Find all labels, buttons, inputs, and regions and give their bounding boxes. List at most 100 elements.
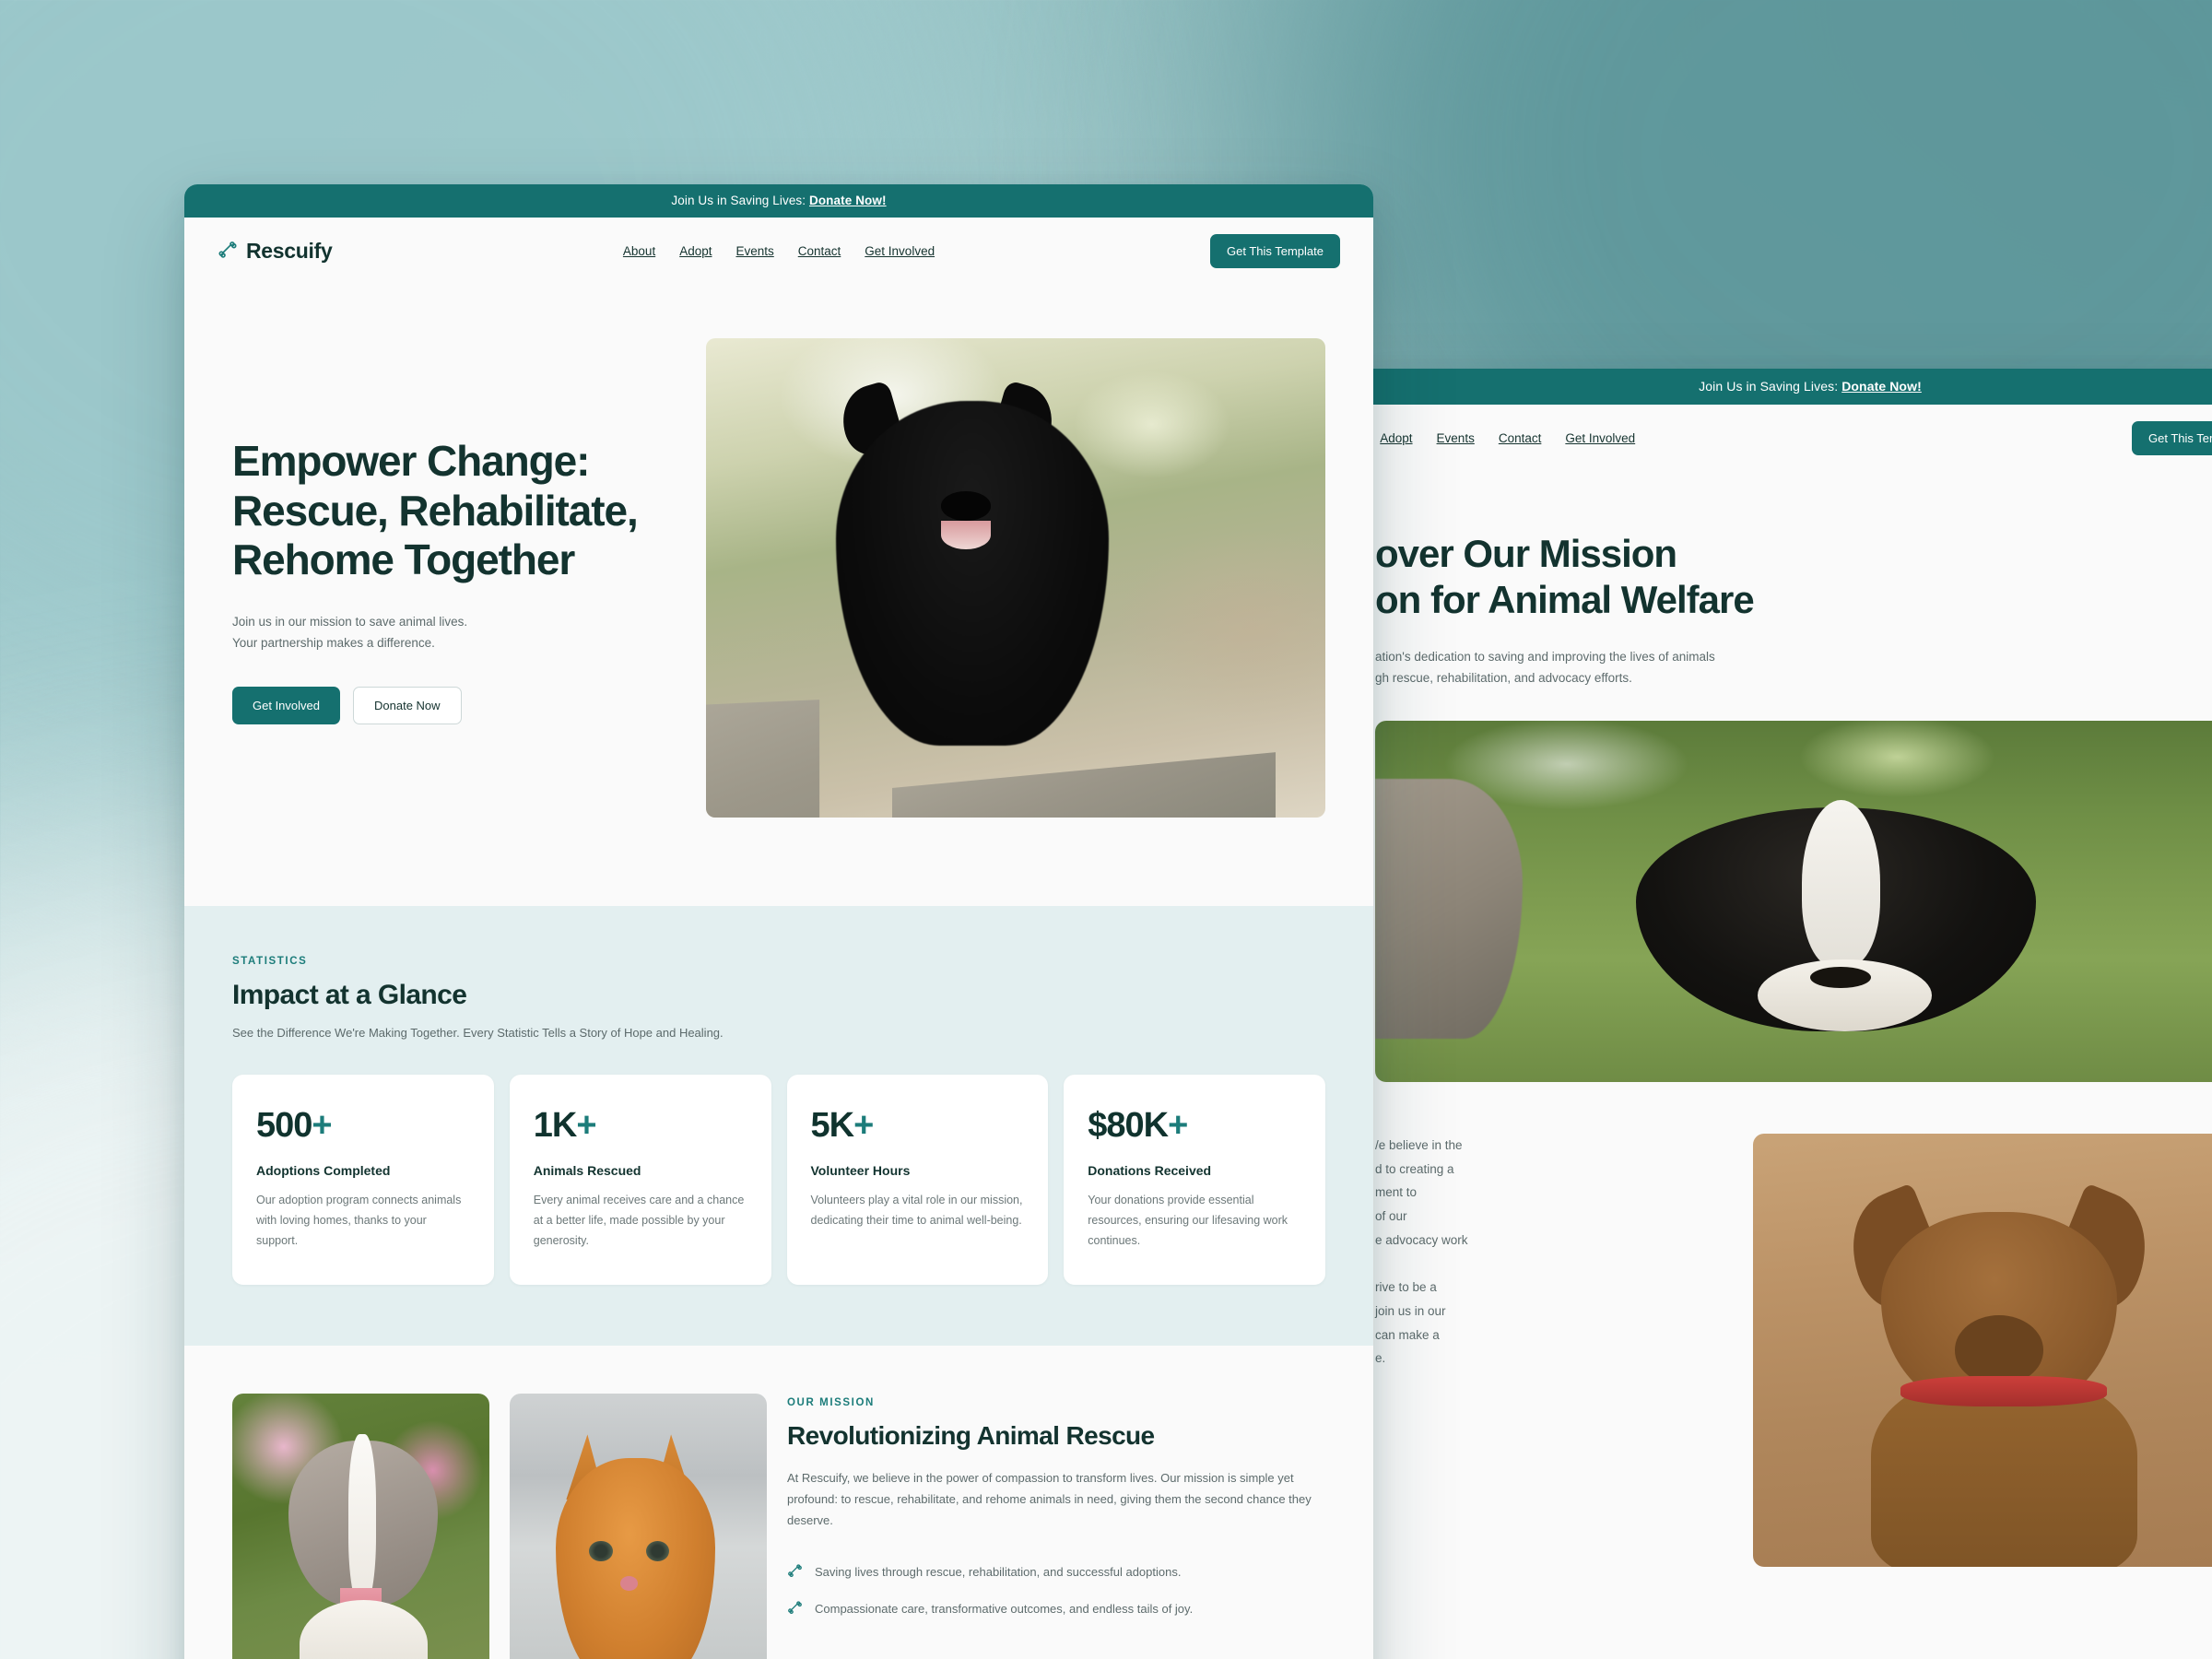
stat-suffix: + <box>312 1106 332 1145</box>
nav-link-contact[interactable]: Contact <box>798 244 841 258</box>
statistics-card-grid: 500+ Adoptions Completed Our adoption pr… <box>232 1075 1325 1285</box>
primary-page-preview: Join Us in Saving Lives: Donate Now! Res… <box>184 184 1373 1659</box>
secondary-hero-image <box>1375 721 2212 1083</box>
get-this-template-button[interactable]: Get This Template <box>1209 234 1340 268</box>
hero-subtitle-line-1: Join us in our mission to save animal li… <box>232 615 468 629</box>
secondary-hero-subtitle-line-2: gh rescue, rehabilitation, and advocacy … <box>1375 671 1632 686</box>
statistics-title: Impact at a Glance <box>232 980 467 1010</box>
pitbull-chest <box>299 1599 429 1659</box>
hero-subtitle-line-2: Your partnership makes a difference. <box>232 635 435 650</box>
sp2-line-3: can make a <box>1375 1327 1440 1342</box>
announcement-text: Join Us in Saving Lives: <box>671 194 806 207</box>
nav-link-about[interactable]: About <box>623 244 655 258</box>
stat-label: Volunteer Hours <box>810 1163 911 1178</box>
hero-section: Empower Change: Rescue, Rehabilitate, Re… <box>184 285 1373 906</box>
puppy-blaze <box>1801 800 1880 967</box>
secondary-hero-title-line-2: on for Animal Welfare <box>1375 578 1755 622</box>
stat-card: $80K+ Donations Received Your donations … <box>1064 1075 1325 1285</box>
sp1-line-1: /e believe in the <box>1375 1138 1463 1153</box>
puppy-nose <box>1810 966 1872 989</box>
hero-title: Empower Change: Rescue, Rehabilitate, Re… <box>232 437 665 584</box>
donate-now-button[interactable]: Donate Now <box>353 686 462 724</box>
bone-icon <box>787 1599 803 1618</box>
secondary-page-preview: Join Us in Saving Lives: Donate Now! ut … <box>1322 369 2212 1659</box>
mission-title: Revolutionizing Animal Rescue <box>787 1420 1155 1450</box>
orange-kitten-photo <box>510 1393 767 1659</box>
nav-link-get-involved[interactable]: Get Involved <box>1565 431 1635 445</box>
brand-logo[interactable]: Rescuify <box>218 239 333 264</box>
hero-copy: Empower Change: Rescue, Rehabilitate, Re… <box>232 431 665 724</box>
mission-bullet-text: Saving lives through rescue, rehabilitat… <box>815 1564 1182 1579</box>
stat-description: Our adoption program connects animals wi… <box>256 1194 462 1247</box>
nav-link-adopt[interactable]: Adopt <box>1380 431 1412 445</box>
get-involved-button[interactable]: Get Involved <box>232 686 340 724</box>
mission-bullet-item: Saving lives through rescue, rehabilitat… <box>787 1562 1325 1581</box>
stat-value: 5K+ <box>811 1106 1025 1146</box>
stat-description: Volunteers play a vital role in our miss… <box>810 1194 1023 1227</box>
stat-label: Adoptions Completed <box>256 1163 391 1178</box>
stat-value: 1K+ <box>534 1106 747 1146</box>
secondary-paragraph-1: /e believe in the d to creating a ment t… <box>1375 1134 1725 1252</box>
hero-title-line-1: Empower Change: <box>232 437 590 486</box>
brown-dog-muzzle <box>1954 1315 2044 1385</box>
hero-buttons: Get Involved Donate Now <box>232 686 665 724</box>
pitbull-in-flowers-photo <box>232 1393 489 1659</box>
stat-description: Every animal receives care and a chance … <box>533 1194 745 1247</box>
nav-link-events[interactable]: Events <box>735 244 773 258</box>
stat-suffix: + <box>576 1106 596 1145</box>
sp1-line-3: ment to <box>1375 1185 1418 1200</box>
get-this-template-button[interactable]: Get This Template <box>2131 421 2212 455</box>
statistics-eyebrow: STATISTICS <box>232 956 308 967</box>
hero-title-line-2: Rescue, Rehabilitate, <box>232 486 639 535</box>
secondary-hero: over Our Mission on for Animal Welfare a… <box>1322 472 2212 722</box>
stat-value: $80K+ <box>1088 1106 1301 1146</box>
secondary-lower-text: /e believe in the d to creating a ment t… <box>1375 1134 1725 1567</box>
mission-image-kitten <box>510 1393 767 1659</box>
kitten-body <box>556 1458 716 1659</box>
nav-link-get-involved[interactable]: Get Involved <box>865 244 935 258</box>
stat-card: 1K+ Animals Rescued Every animal receive… <box>509 1075 771 1285</box>
stat-card: 5K+ Volunteer Hours Volunteers play a vi… <box>786 1075 1049 1285</box>
bone-icon <box>218 239 238 264</box>
bernese-puppy-and-cat-photo <box>1375 721 2212 1083</box>
kitten-eye-left <box>589 1540 613 1562</box>
cat-silhouette <box>1375 778 1524 1039</box>
statistics-subtitle: See the Difference We're Making Together… <box>232 1026 724 1040</box>
announcement-text: Join Us in Saving Lives: <box>1699 379 1839 394</box>
sp1-line-4: of our <box>1375 1208 1407 1223</box>
stat-suffix: + <box>1168 1106 1188 1145</box>
kitten-eye-right <box>645 1540 669 1562</box>
nav-link-contact[interactable]: Contact <box>1499 431 1542 445</box>
statistics-section: STATISTICS Impact at a Glance See the Di… <box>184 906 1373 1346</box>
nav-link-adopt[interactable]: Adopt <box>679 244 712 258</box>
announcement-bar: Join Us in Saving Lives: Donate Now! <box>184 184 1373 218</box>
dog-body <box>836 400 1109 746</box>
stat-number: 5K <box>810 1106 855 1145</box>
sp2-line-2: join us in our <box>1375 1303 1446 1318</box>
dog-snout <box>941 491 992 521</box>
mission-image-pitbull <box>232 1393 489 1659</box>
stat-label: Donations Received <box>1088 1163 1212 1178</box>
mission-bullet-list: Saving lives through rescue, rehabilitat… <box>787 1562 1325 1618</box>
dog-mouth <box>941 520 992 549</box>
black-dog-on-bench-photo <box>706 338 1325 818</box>
secondary-hero-subtitle: ation's dedication to saving and improvi… <box>1375 646 2212 689</box>
donate-now-link[interactable]: Donate Now! <box>1841 379 1922 394</box>
stat-value: 500+ <box>256 1106 470 1146</box>
navbar: ut Adopt Events Contact Get Involved Get… <box>1322 405 2212 472</box>
sp1-line-5: e advocacy work <box>1375 1232 1468 1247</box>
stat-description: Your donations provide essential resourc… <box>1088 1194 1288 1247</box>
stat-label: Animals Rescued <box>533 1163 641 1178</box>
donate-now-link[interactable]: Donate Now! <box>809 194 887 207</box>
nav-link-events[interactable]: Events <box>1437 431 1475 445</box>
brand-name: Rescuify <box>246 239 333 263</box>
brown-dog-photo <box>1753 1134 2212 1568</box>
secondary-hero-title-line-1: over Our Mission <box>1375 532 1677 575</box>
secondary-hero-title: over Our Mission on for Animal Welfare <box>1375 531 2212 624</box>
stat-number: 500 <box>256 1106 312 1145</box>
stat-number: 1K <box>533 1106 578 1145</box>
secondary-paragraph-2: rive to be a join us in our can make a e… <box>1375 1276 1725 1371</box>
mission-bullet-text: Compassionate care, transformative outco… <box>815 1601 1194 1616</box>
mission-section: OUR MISSION Revolutionizing Animal Rescu… <box>184 1345 1373 1659</box>
stat-card: 500+ Adoptions Completed Our adoption pr… <box>232 1075 494 1285</box>
